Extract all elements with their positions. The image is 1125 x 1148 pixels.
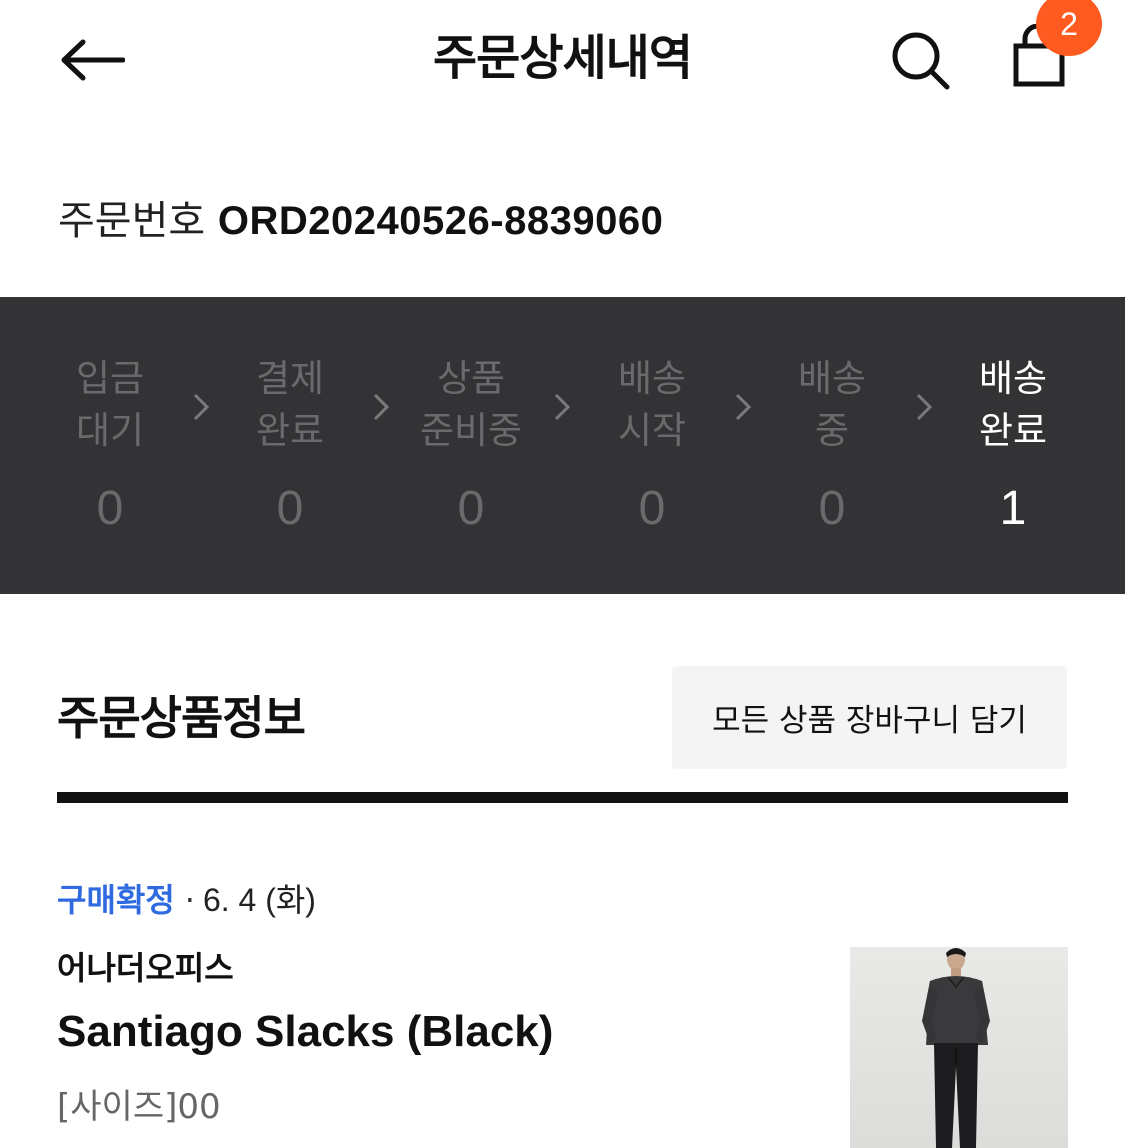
step-count: 1: [999, 482, 1027, 535]
step-count: 0: [276, 482, 304, 535]
step-payment-complete: 결제 완료 0: [210, 353, 370, 539]
step-label: 입금 대기: [75, 357, 145, 452]
step-label: 결제 완료: [255, 357, 325, 452]
step-deposit-waiting: 입금 대기 0: [30, 353, 190, 539]
step-count: 0: [457, 482, 485, 535]
add-all-to-cart-button[interactable]: 모든 상품 장바구니 담기: [672, 666, 1067, 769]
model-photo-illustration: [850, 947, 1068, 1148]
section-title: 주문상품정보: [57, 691, 306, 745]
order-number-value: ORD20240526-8839060: [217, 199, 664, 243]
product-option: [사이즈]00: [57, 1087, 221, 1127]
order-number-label: 주문번호: [58, 198, 206, 244]
product-name[interactable]: Santiago Slacks (Black): [57, 1004, 553, 1060]
search-icon: [892, 32, 950, 90]
step-shipping-started: 배송 시작 0: [572, 353, 732, 539]
order-number: 주문번호 ORD20240526-8839060: [58, 196, 663, 246]
product-image[interactable]: [850, 947, 1068, 1148]
brand-name[interactable]: 어나더오피스: [57, 946, 234, 990]
step-count: 0: [818, 482, 846, 535]
step-label: 배송 시작: [617, 357, 687, 452]
status-date: 6. 4 (화): [202, 882, 316, 918]
step-delivered: 배송 완료 1: [933, 353, 1093, 539]
separator-dot: ·: [184, 881, 195, 919]
step-label: 상품 준비중: [419, 357, 523, 452]
purchase-status: 구매확정: [57, 881, 175, 919]
step-count: 0: [96, 482, 124, 535]
search-button[interactable]: [886, 26, 956, 96]
item-status-line: 구매확정 · 6. 4 (화): [57, 878, 316, 922]
step-in-transit: 배송 중 0: [752, 353, 912, 539]
page-title: 주문상세내역: [433, 30, 693, 86]
section-divider: [57, 792, 1068, 803]
step-label: 배송 중: [797, 357, 867, 452]
step-preparing: 상품 준비중 0: [391, 353, 551, 539]
step-label: 배송 완료: [978, 357, 1048, 452]
top-app-bar: 주문상세내역 2: [0, 0, 1125, 120]
order-status-tracker: 입금 대기 0 결제 완료 0 상품 준비중 0 배송 시작 0 배송 중 0 …: [0, 297, 1125, 594]
step-count: 0: [638, 482, 666, 535]
